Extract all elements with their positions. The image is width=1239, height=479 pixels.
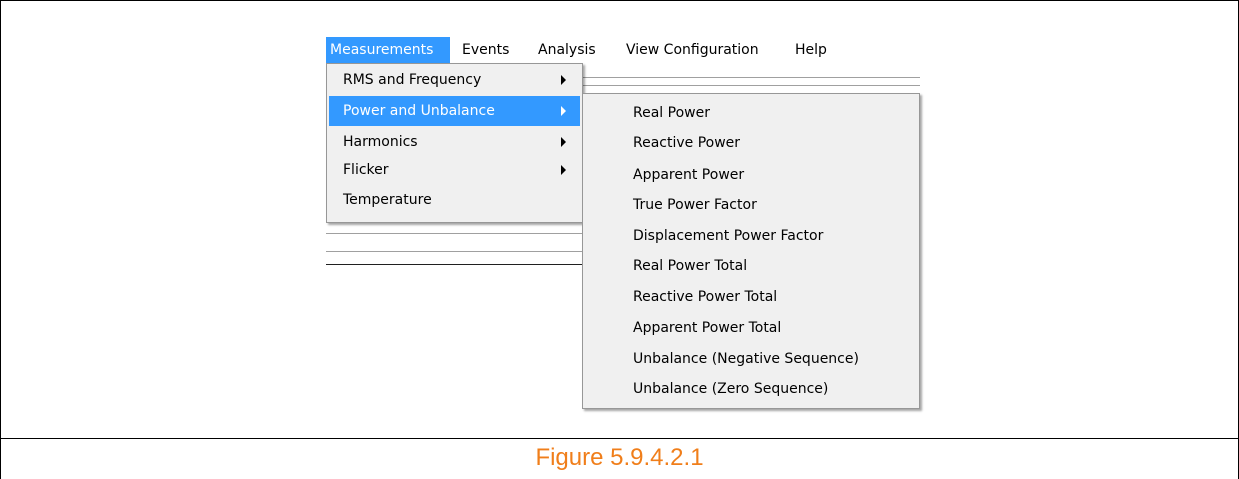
menu-item-label: Temperature (343, 192, 432, 208)
menu-help[interactable]: Help (795, 37, 827, 63)
submenu-item-reactive-power-total[interactable]: Reactive Power Total (585, 282, 917, 312)
submenu-item-real-power-total[interactable]: Real Power Total (585, 251, 917, 281)
measurements-dropdown: RMS and Frequency Power and Unbalance Ha… (326, 63, 583, 223)
application-screenshot: Measurements Events Analysis View Config… (326, 37, 920, 409)
window-divider (326, 264, 584, 265)
submenu-arrow-icon (561, 75, 566, 85)
figure-border-left (0, 0, 1, 479)
menu-measurements[interactable]: Measurements (326, 37, 450, 63)
submenu-item-apparent-power[interactable]: Apparent Power (585, 160, 917, 190)
menu-item-label: Flicker (343, 162, 389, 178)
menu-bar: Measurements Events Analysis View Config… (326, 37, 920, 63)
menu-analysis[interactable]: Analysis (538, 37, 596, 63)
power-and-unbalance-submenu: Real Power Reactive Power Apparent Power… (582, 93, 920, 409)
menu-events[interactable]: Events (462, 37, 509, 63)
menu-item-flicker[interactable]: Flicker (329, 155, 580, 185)
submenu-item-reactive-power[interactable]: Reactive Power (585, 128, 917, 158)
menu-item-label: Harmonics (343, 134, 418, 150)
window-divider (583, 77, 920, 78)
submenu-arrow-icon (561, 106, 566, 116)
submenu-arrow-icon (561, 165, 566, 175)
submenu-item-unbalance-negative-sequence[interactable]: Unbalance (Negative Sequence) (585, 344, 917, 374)
submenu-item-unbalance-zero-sequence[interactable]: Unbalance (Zero Sequence) (585, 374, 917, 404)
submenu-item-real-power[interactable]: Real Power (585, 98, 917, 128)
submenu-item-displacement-power-factor[interactable]: Displacement Power Factor (585, 221, 917, 251)
submenu-item-true-power-factor[interactable]: True Power Factor (585, 190, 917, 220)
window-divider (326, 251, 584, 252)
window-divider (326, 233, 584, 234)
menu-item-harmonics[interactable]: Harmonics (329, 127, 580, 157)
menu-item-label: Power and Unbalance (343, 103, 495, 119)
window-divider (583, 85, 920, 86)
menu-item-rms-and-frequency[interactable]: RMS and Frequency (329, 65, 580, 95)
figure-border-top (0, 0, 1239, 1)
submenu-item-apparent-power-total[interactable]: Apparent Power Total (585, 313, 917, 343)
figure-caption-divider (0, 438, 1239, 439)
submenu-arrow-icon (561, 137, 566, 147)
figure-caption: Figure 5.9.4.2.1 (535, 444, 704, 471)
menu-item-power-and-unbalance[interactable]: Power and Unbalance (329, 96, 580, 126)
menu-item-temperature[interactable]: Temperature (329, 185, 580, 215)
menu-view-configuration[interactable]: View Configuration (626, 37, 759, 63)
menu-item-label: RMS and Frequency (343, 72, 482, 88)
